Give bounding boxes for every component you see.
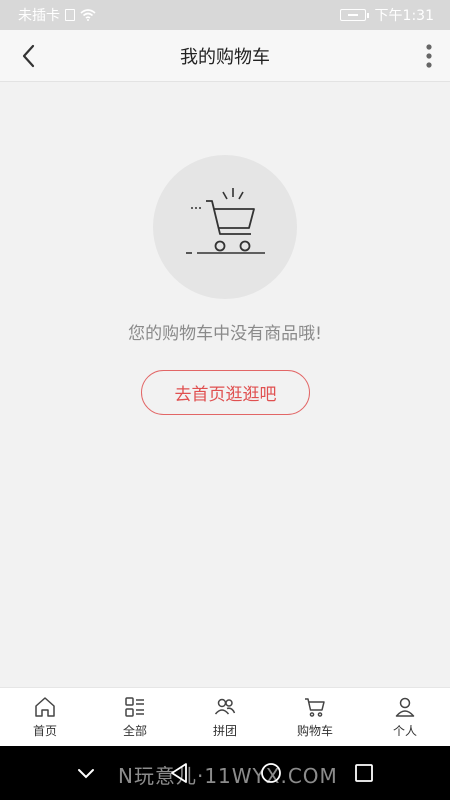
- nav-recents-button[interactable]: [350, 759, 378, 787]
- status-left: 未插卡: [18, 5, 96, 25]
- system-nav-bar: [0, 746, 450, 800]
- tab-group-buy[interactable]: 拼团: [180, 688, 270, 746]
- nav-back-button[interactable]: [165, 759, 193, 787]
- tab-label: 拼团: [212, 724, 237, 738]
- tab-label: 个人: [392, 724, 417, 738]
- status-time: 下午1:31: [374, 8, 434, 24]
- more-options-button[interactable]: [396, 38, 432, 74]
- wifi-icon: [80, 9, 96, 21]
- tab-label: 全部: [122, 724, 147, 738]
- page-title: 我的购物车: [180, 46, 270, 68]
- circle-home-icon: [261, 763, 282, 783]
- nav-hide-button[interactable]: [72, 759, 100, 787]
- tab-cart[interactable]: 购物车: [270, 688, 360, 746]
- group-users-icon: [214, 698, 236, 715]
- carrier-text: 未插卡: [18, 8, 60, 24]
- empty-cart-icon: [186, 188, 265, 254]
- empty-cart-message: 您的购物车中没有商品哦!: [128, 324, 322, 344]
- tab-label: 首页: [32, 724, 57, 738]
- go-home-button[interactable]: 去首页逛逛吧: [141, 370, 310, 415]
- tab-all[interactable]: 全部: [90, 688, 180, 746]
- square-recents-icon: [354, 764, 373, 782]
- chevron-down-icon: [78, 769, 95, 779]
- person-icon: [395, 697, 415, 717]
- cart-icon: [305, 698, 325, 717]
- battery-icon: [339, 9, 369, 21]
- bottom-tab-bar: 首页 全部 拼团 购物车 个人: [0, 687, 450, 746]
- top-bar: 我的购物车: [0, 30, 450, 82]
- status-right: 下午1:31: [339, 5, 434, 25]
- sim-card-icon: [65, 9, 75, 21]
- tab-label: 购物车: [296, 724, 333, 738]
- more-vertical-icon: [426, 44, 432, 68]
- triangle-back-icon: [170, 763, 187, 783]
- empty-cart-area: 您的购物车中没有商品哦! 去首页逛逛吧: [0, 83, 450, 687]
- status-bar: 未插卡 下午1:31: [0, 0, 450, 30]
- category-list-icon: [125, 697, 144, 717]
- back-arrow-icon: [22, 44, 35, 68]
- empty-cart-illustration: [153, 155, 297, 299]
- home-icon: [35, 697, 55, 717]
- back-button[interactable]: [10, 38, 46, 74]
- tab-profile[interactable]: 个人: [360, 688, 450, 746]
- tab-home[interactable]: 首页: [0, 688, 90, 746]
- nav-home-button[interactable]: [257, 759, 285, 787]
